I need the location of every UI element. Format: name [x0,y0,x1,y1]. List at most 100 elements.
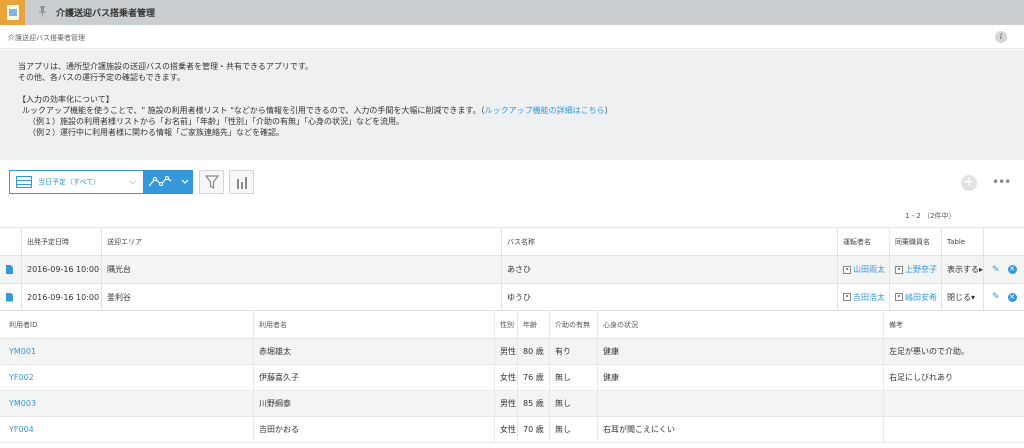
pin-icon[interactable] [38,5,48,20]
record-detail-icon[interactable] [6,292,13,302]
table-cell: 女性 [495,365,518,390]
table-cell: 無し [550,417,598,442]
add-icon: + [963,174,975,190]
table-cell: 無し [550,391,598,416]
app-header: 介護送迎バス搭乗者管理 [0,0,1024,25]
app-folder-icon[interactable] [0,0,25,25]
user-icon [843,265,851,274]
driver-user-link[interactable]: 吉田浩太 [843,292,885,303]
column-header[interactable]: Table [942,228,984,255]
description-line: ルックアップ機能を使うことで、" 施設の利用者様リスト "などから情報を引用でき… [22,106,613,115]
edit-icon[interactable]: ✎ [992,292,1000,302]
description-line: 当アプリは、通所型介護施設の送迎バスの搭乗者を管理・共有できるアプリです。 [18,62,314,71]
column-header: 備考 [889,320,903,329]
pagination-info: 1 - 2 （2件中） [905,212,956,220]
table-cell [884,417,1024,442]
delete-icon[interactable]: ✕ [1007,292,1017,302]
table-cell: 80 歳 [518,339,550,364]
chevron-down-icon: ⌵ [129,177,136,187]
table-cell: 男性 [495,391,518,416]
bar-chart-icon [236,176,247,189]
driver-user-link[interactable]: 山田雨太 [843,264,885,275]
table-cell: 吉田かおる [254,417,495,442]
breadcrumb-bar: 介護送迎バス搭乗者管理 [0,25,1024,49]
subtable-row: YM001 赤堀雄太 男性 80 歳 有り 健康 左足が悪いので介助。 [0,339,1024,365]
subtable-row: YF002 伊藤喜久子 女性 76 歳 無し 健康 右足にしびれあり [0,365,1024,391]
table-row: 2016-09-16 10:00 隅光台 あさひ 山田雨太 上野奈子 表示する▸… [0,256,1024,284]
subtable-row: YM003 川野綱泰 男性 85 歳 無し [0,391,1024,417]
column-header: 利用者名 [254,311,495,338]
table-cell: 右足にしびれあり [889,373,953,382]
add-record-button[interactable]: + [961,175,977,191]
table-cell: 健康 [598,339,884,364]
table-cell: 有り [550,339,598,364]
table-cell: 隅光台 [102,256,502,283]
table-cell: 釜利谷 [102,284,502,310]
delete-icon[interactable]: ✕ [1007,265,1017,274]
filter-icon [204,175,219,189]
user-id-link[interactable]: YF002 [9,373,34,382]
table-toggle[interactable]: 表示する▸ [942,256,984,283]
column-header[interactable]: バス名称 [502,228,838,255]
staff-user-link[interactable]: 上野奈子 [895,264,937,275]
table-cell: 川野綱泰 [254,391,495,416]
table-cell [884,391,1024,416]
table-cell: ゆうひ [502,284,838,310]
edit-icon[interactable]: ✎ [992,265,1000,275]
user-icon [843,293,851,301]
app-title: 介護送迎バス搭乗者管理 [56,9,156,19]
table-toggle[interactable]: 閉じる▾ [942,284,984,310]
info-icon[interactable]: i [995,31,1007,43]
table-cell: 男性 [495,339,518,364]
table-cell: 70 歳 [518,417,550,442]
column-header[interactable]: 送迎エリア [102,228,502,255]
graph-icon [148,176,172,187]
graph-button[interactable] [144,170,193,194]
column-header[interactable]: 同乗職員名 [890,228,942,255]
table-cell: 伊藤喜久子 [254,365,495,390]
staff-user-link[interactable]: 嶋田安希 [895,292,937,303]
user-id-link[interactable]: YM003 [9,399,36,408]
column-header: 心身の状況 [598,311,884,338]
subtable-header: 利用者ID 利用者名 性別 年齢 介助の有無 心身の状況 備考 [0,311,1024,339]
description-line: 【入力の効率化について】 [18,95,114,104]
column-header[interactable]: 運転者名 [838,228,890,255]
app-description: 当アプリは、通所型介護施設の送迎バスの搭乗者を管理・共有できるアプリです。 その… [0,50,1024,160]
user-id-link[interactable]: YM001 [9,347,36,356]
column-header: 年齢 [518,311,550,338]
column-header[interactable]: 出発予定日時 [22,228,102,255]
chevron-down-icon [181,179,189,184]
table-cell: 76 歳 [518,365,550,390]
filter-button[interactable] [199,170,224,194]
description-line: （例２）運行中に利用者様に関わる情報「ご家族連絡先」などを確認。 [28,128,284,137]
bar-chart-button[interactable] [229,170,254,194]
description-line: その他、各バスの運行予定の確認もできます。 [18,73,185,82]
table-cell: 2016-09-16 10:00 [22,284,102,310]
view-selector[interactable]: 当日予定（すべて） ⌵ [9,170,144,194]
table-icon [16,176,32,188]
breadcrumb[interactable]: 介護送迎バス搭乗者管理 [8,33,85,43]
table-cell: 右耳が聞こえにくい [598,417,884,442]
record-detail-icon[interactable] [6,265,13,274]
user-icon [895,293,903,301]
table-cell: 2016-09-16 10:00 [22,256,102,283]
table-row: 2016-09-16 10:00 釜利谷 ゆうひ 吉田浩太 嶋田安希 閉じる▾ … [0,284,1024,311]
table-cell: 無し [550,365,598,390]
table-cell: あさひ [502,256,838,283]
table-cell [598,391,884,416]
table-cell: 健康 [598,365,884,390]
table-cell: 赤堀雄太 [254,339,495,364]
view-selector-label: 当日予定（すべて） [38,178,101,186]
table-cell: 左足が悪いので介助。 [889,347,969,356]
table-cell: 女性 [495,417,518,442]
table-cell: 85 歳 [518,391,550,416]
subtable-row: YF004 吉田かおる 女性 70 歳 無し 右耳が聞こえにくい [0,417,1024,443]
user-icon [895,265,903,274]
column-header: 性別 [495,311,518,338]
description-line: （例１）施設の利用者様リストから「お名前」「年齢」「性別」「介助の有無」「心身の… [28,117,404,126]
column-header: 介助の有無 [550,311,598,338]
lookup-help-link[interactable]: ルックアップ機能の詳細はこちら [485,106,605,115]
user-id-link[interactable]: YF004 [9,425,34,434]
more-icon[interactable]: ••• [992,175,1011,191]
column-header: 利用者ID [0,311,254,338]
